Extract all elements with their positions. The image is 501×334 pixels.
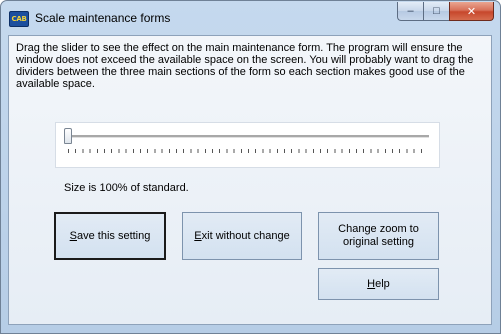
form-client-area: Drag the slider to see the effect on the…: [8, 35, 492, 325]
close-button[interactable]: ✕: [449, 2, 494, 21]
app-icon: CAB: [9, 11, 29, 27]
maximize-button[interactable]: □: [423, 2, 449, 21]
save-setting-button[interactable]: Save this setting: [54, 212, 166, 260]
window-controls: – □ ✕: [397, 2, 494, 22]
slider-track[interactable]: [67, 135, 429, 138]
change-zoom-original-button[interactable]: Change zoom to original setting: [318, 212, 439, 260]
maximize-icon: □: [433, 5, 440, 17]
size-status-label: Size is 100% of standard.: [64, 182, 189, 194]
instructions-text: Drag the slider to see the effect on the…: [16, 42, 474, 90]
help-button[interactable]: Help: [318, 268, 439, 300]
close-icon: ✕: [466, 5, 477, 18]
help-button-label: Help: [367, 277, 390, 290]
title-bar[interactable]: CAB Scale maintenance forms – □ ✕: [1, 1, 500, 35]
exit-button-label: Exit without change: [194, 229, 290, 242]
exit-without-change-button[interactable]: Exit without change: [182, 212, 302, 260]
reset-button-label: Change zoom to original setting: [338, 223, 419, 248]
window-title: Scale maintenance forms: [35, 11, 171, 25]
slider-ticks: [68, 149, 428, 153]
zoom-slider[interactable]: [55, 122, 440, 168]
minimize-icon: –: [407, 5, 414, 17]
scale-maintenance-window: CAB Scale maintenance forms – □ ✕ Drag t…: [0, 0, 501, 334]
save-button-label: Save this setting: [69, 229, 151, 242]
minimize-button[interactable]: –: [397, 2, 423, 21]
slider-thumb[interactable]: [64, 128, 72, 144]
